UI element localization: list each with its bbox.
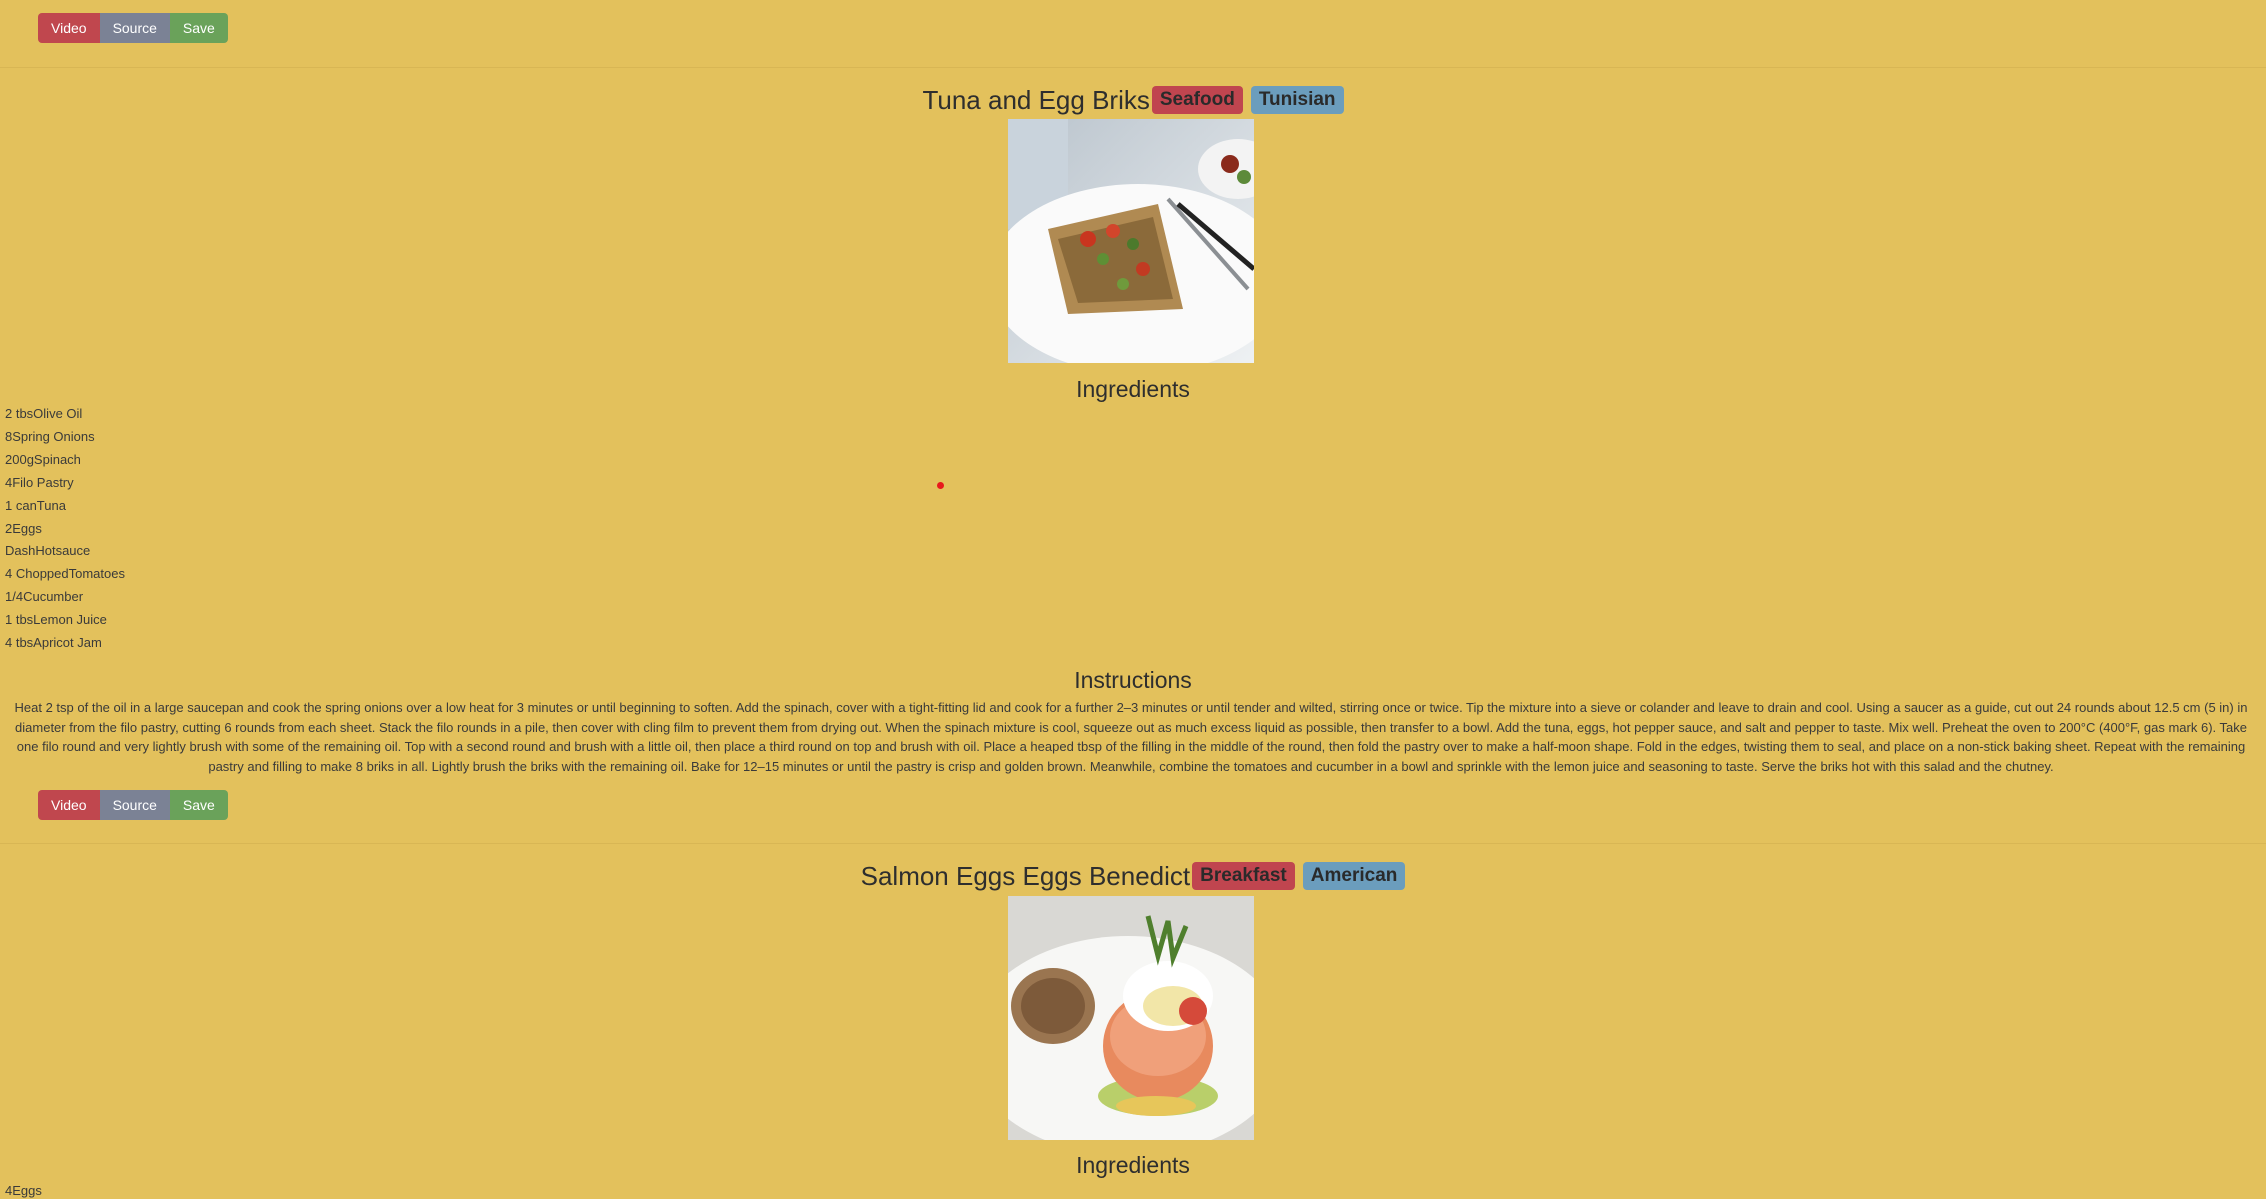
ingredient-item: DashHotsauce <box>5 543 91 559</box>
tuna-brik-photo <box>1008 119 1254 363</box>
ingredient-item: 2 tbsOlive Oil <box>5 406 83 421</box>
divider <box>0 67 2266 68</box>
video-button[interactable]: Video <box>38 790 100 820</box>
recipe-title: Tuna and Egg Briks <box>922 84 1150 115</box>
recipe-image <box>1008 119 1254 363</box>
ingredient-item: 4 ChoppedTomatoes <box>5 566 125 582</box>
ingredients-heading: Ingredients <box>1076 1152 1190 1178</box>
instructions-text: Heat 2 tsp of the oil in a large saucepa… <box>14 700 2248 774</box>
ingredient-item: 4Filo Pastry <box>5 474 74 490</box>
ingredient-item: 1 tbsLemon Juice <box>5 612 107 628</box>
recipe-header: Salmon Eggs Eggs Benedict Breakfast Amer… <box>0 858 2266 894</box>
ingredient-item: 4Eggs <box>5 1183 42 1198</box>
category-badge: Breakfast <box>1192 862 1295 890</box>
recipe-action-buttons: Video Source Save <box>38 790 228 820</box>
ingredient-item: 1/4Cucumber <box>5 589 84 605</box>
save-button[interactable]: Save <box>169 13 228 43</box>
recipe-image <box>1008 896 1254 1140</box>
recipe-action-buttons: Video Source Save <box>38 13 228 43</box>
source-button[interactable]: Source <box>99 13 170 43</box>
recipe-title: Salmon Eggs Eggs Benedict <box>860 860 1191 891</box>
source-button[interactable]: Source <box>99 790 170 820</box>
save-button[interactable]: Save <box>169 790 228 820</box>
ingredient-item: 2Eggs <box>5 520 42 536</box>
ingredients-list: 4Eggs <box>5 1180 42 1199</box>
area-badge: American <box>1302 862 1406 890</box>
ingredient-item: 4 tbsApricot Jam <box>5 635 102 651</box>
divider <box>0 843 2266 844</box>
recipe-header: Tuna and Egg Briks Seafood Tunisian <box>0 82 2266 118</box>
area-badge: Tunisian <box>1250 86 1344 114</box>
cursor-dot <box>937 482 944 489</box>
ingredient-item: 200gSpinach <box>5 451 81 467</box>
category-badge: Seafood <box>1151 86 1243 114</box>
recipe-feed: Video Source Save Tuna and Egg Briks Sea… <box>0 0 2266 1199</box>
ingredients-heading: Ingredients <box>1076 376 1190 402</box>
instructions-heading: Instructions <box>1074 667 1192 693</box>
video-button[interactable]: Video <box>38 13 100 43</box>
eggs-benedict-photo <box>1008 896 1254 1140</box>
ingredient-item: 8Spring Onions <box>5 428 95 444</box>
ingredient-item: 1 canTuna <box>5 497 66 513</box>
ingredients-list: 2 tbsOlive Oil 8Spring Onions 200gSpinac… <box>5 403 125 655</box>
